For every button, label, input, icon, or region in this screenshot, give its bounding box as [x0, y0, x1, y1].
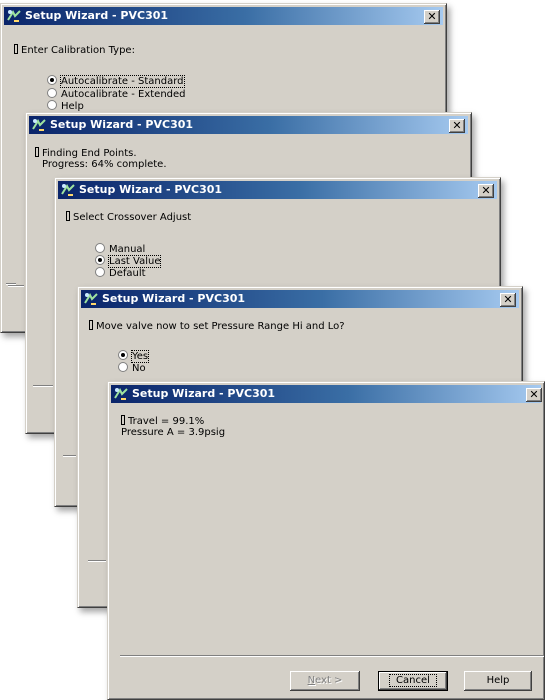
- radio-checked-icon: [47, 75, 57, 85]
- progress-text: Progress: 64% complete.: [42, 159, 167, 170]
- close-button[interactable]: ✕: [478, 184, 494, 198]
- window-title: Setup Wizard - PVC301: [50, 118, 194, 131]
- radio-autocalibrate-standard[interactable]: Autocalibrate - Standard: [47, 75, 185, 88]
- text-cursor-icon: [66, 211, 70, 221]
- travel-readout: Travel = 99.1%: [121, 415, 204, 427]
- help-label: Help: [486, 675, 510, 686]
- radio-label: Autocalibrate - Extended: [61, 89, 186, 100]
- radio-unchecked-icon: [95, 267, 105, 277]
- text-cursor-icon: [14, 44, 18, 54]
- window-2-separator-fragment: [33, 385, 53, 387]
- next-mnemonic: N: [307, 675, 316, 686]
- wizard-app-icon: [7, 9, 21, 22]
- title-bar[interactable]: Setup Wizard - PVC301: [81, 290, 519, 308]
- title-bar[interactable]: Setup Wizard - PVC301: [111, 385, 541, 403]
- prompt-text: Enter Calibration Type:: [21, 45, 135, 56]
- window-title: Setup Wizard - PVC301: [102, 292, 246, 305]
- radio-label: Autocalibrate - Standard: [60, 75, 185, 88]
- radio-label: Last Value: [107, 255, 162, 268]
- window-3-separator-fragment: [63, 455, 76, 457]
- radio-unchecked-icon: [95, 243, 105, 253]
- wizard-app-icon: [114, 387, 128, 400]
- cancel-label: Cancel: [389, 674, 437, 687]
- travel-text: Travel = 99.1%: [128, 416, 205, 427]
- prompt-text: Move valve now to set Pressure Range Hi …: [96, 321, 345, 332]
- crossover-adjust-prompt: Select Crossover Adjust: [66, 211, 191, 223]
- radio-no[interactable]: No: [118, 362, 146, 375]
- radio-default[interactable]: Default: [95, 267, 146, 280]
- title-bar[interactable]: Setup Wizard - PVC301: [58, 181, 497, 199]
- radio-label: No: [132, 363, 146, 374]
- wizard-app-icon: [32, 118, 46, 131]
- title-bar[interactable]: Setup Wizard - PVC301: [4, 7, 443, 25]
- radio-unchecked-icon: [118, 362, 128, 372]
- window-title: Setup Wizard - PVC301: [79, 183, 223, 196]
- next-button[interactable]: Next >: [290, 671, 360, 691]
- next-label: ext >: [315, 675, 343, 686]
- status-line-1: Finding End Points.: [35, 147, 137, 159]
- window-title: Setup Wizard - PVC301: [132, 387, 276, 400]
- cancel-button[interactable]: Cancel: [378, 671, 448, 691]
- close-button[interactable]: ✕: [500, 293, 516, 307]
- radio-label: Help: [61, 101, 84, 112]
- radio-checked-icon: [95, 255, 105, 265]
- text-cursor-icon: [121, 415, 125, 425]
- radio-checked-icon: [118, 350, 128, 360]
- wizard-window-travel-pressure: Setup Wizard - PVC301 ✕ Travel = 99.1% P…: [107, 381, 545, 700]
- wizard-app-icon: [84, 292, 98, 305]
- text-cursor-icon: [35, 147, 39, 157]
- wizard-app-icon: [61, 183, 75, 196]
- pressure-readout: Pressure A = 3.9psig: [121, 427, 226, 438]
- title-bar[interactable]: Setup Wizard - PVC301: [29, 116, 468, 134]
- help-button[interactable]: Help: [464, 671, 532, 691]
- text-cursor-icon: [89, 320, 93, 330]
- window-4-separator-fragment: [88, 560, 106, 562]
- window-title: Setup Wizard - PVC301: [25, 9, 169, 22]
- pressure-range-prompt: Move valve now to set Pressure Range Hi …: [89, 320, 345, 332]
- radio-label: Manual: [109, 244, 146, 255]
- radio-unchecked-icon: [47, 100, 57, 110]
- button-separator: [120, 655, 544, 657]
- status-text: Finding End Points.: [42, 148, 137, 159]
- radio-label: Yes: [130, 350, 150, 363]
- close-button[interactable]: ✕: [526, 388, 542, 402]
- close-button[interactable]: ✕: [424, 10, 440, 24]
- prompt-text: Select Crossover Adjust: [73, 212, 192, 223]
- radio-label: Default: [109, 268, 146, 279]
- radio-unchecked-icon: [47, 88, 57, 98]
- calibration-type-prompt: Enter Calibration Type:: [14, 44, 135, 56]
- close-button[interactable]: ✕: [449, 119, 465, 133]
- window-1-separator-fragment: [8, 285, 24, 287]
